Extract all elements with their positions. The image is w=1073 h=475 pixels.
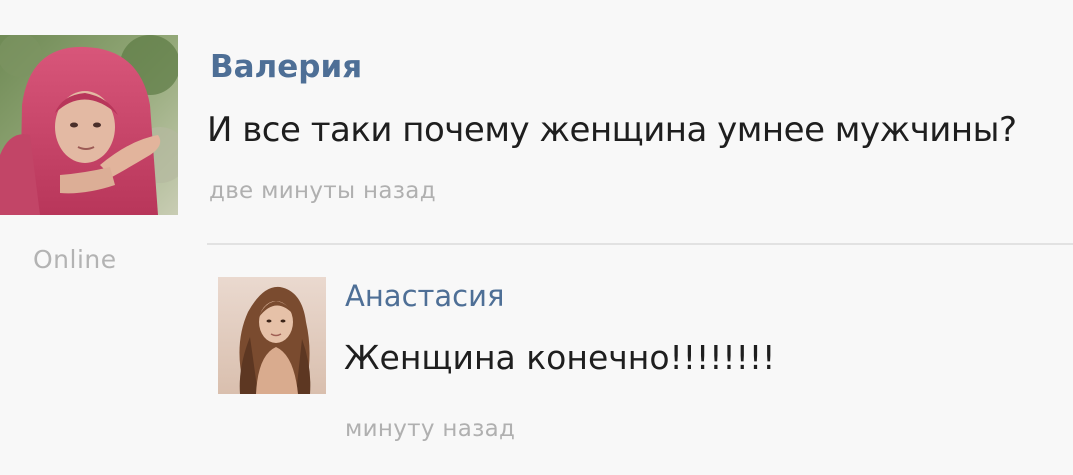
reply-author-avatar[interactable] [218, 277, 326, 394]
reply-timestamp[interactable]: минуту назад [345, 418, 515, 441]
post-author-avatar[interactable] [0, 35, 178, 215]
online-status: Online [33, 245, 117, 274]
post-author-name[interactable]: Валерия [210, 52, 362, 83]
avatar-photo-icon [218, 277, 326, 394]
reply-author-name[interactable]: Анастасия [345, 282, 504, 311]
post-timestamp[interactable]: две минуты назад [209, 180, 436, 203]
avatar-photo-icon [0, 35, 178, 215]
divider [207, 243, 1073, 245]
post-text: И все таки почему женщина умнее мужчины? [207, 110, 1017, 150]
wall-post: Online Валерия И все таки почему женщина… [0, 0, 1073, 475]
reply-text: Женщина конечно!!!!!!!! [344, 338, 776, 377]
